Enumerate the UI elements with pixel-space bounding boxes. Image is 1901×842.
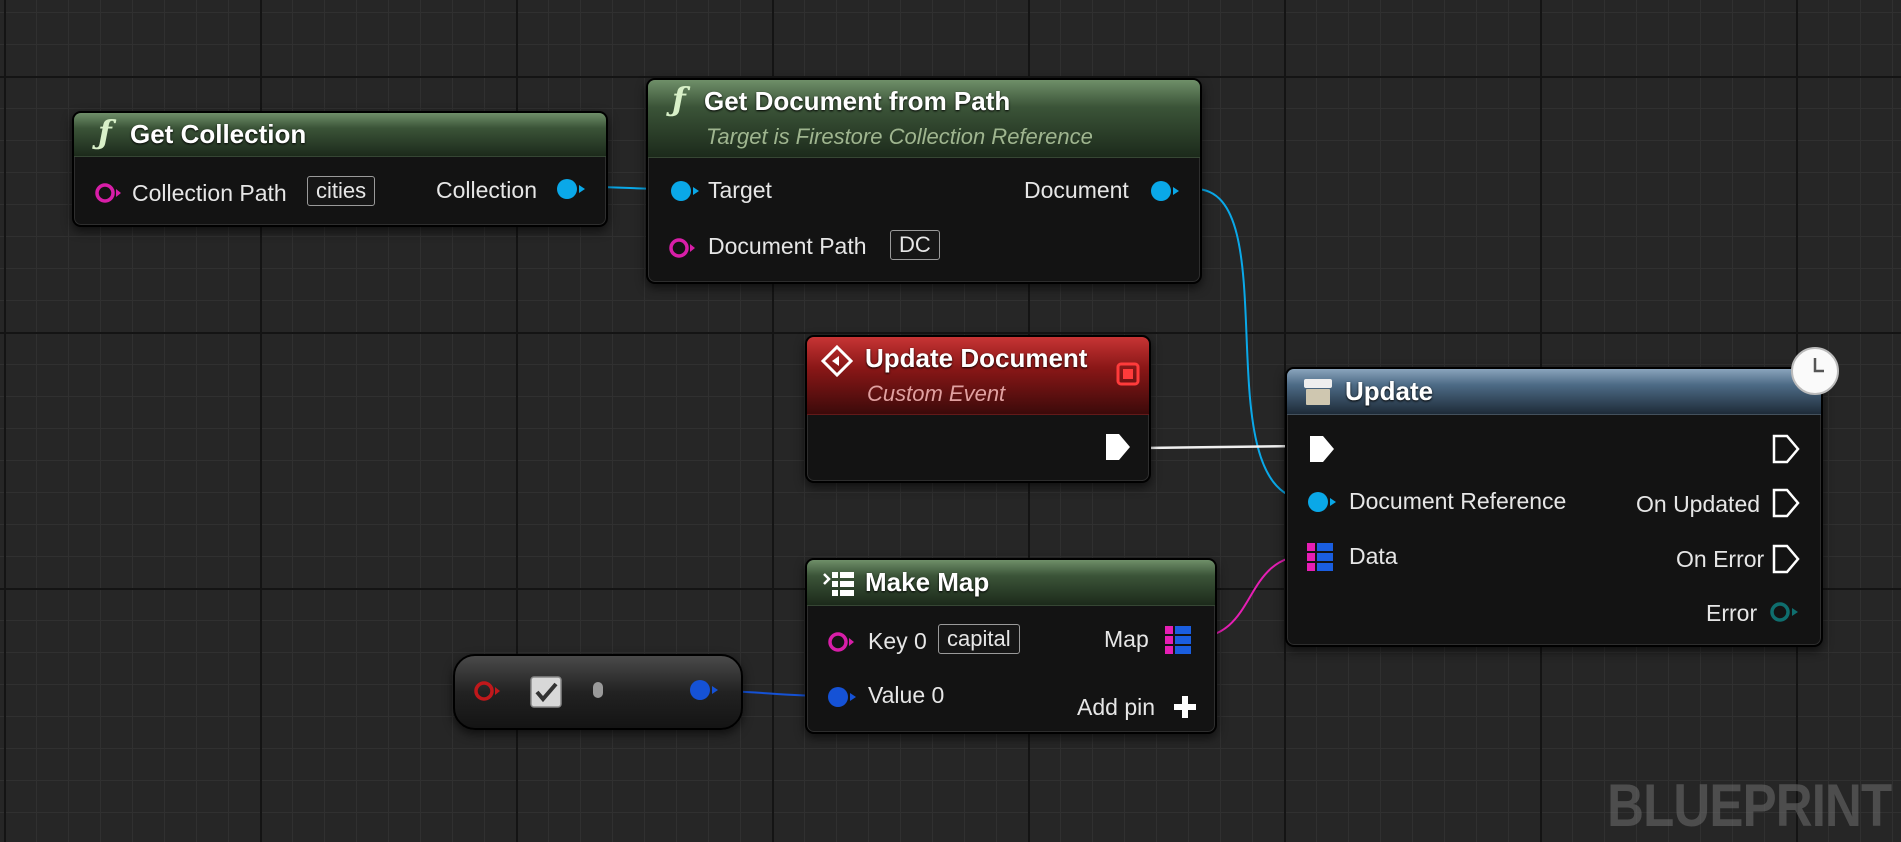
document-output-pin[interactable] <box>1148 178 1182 204</box>
event-diamond-icon <box>821 345 853 377</box>
function-icon: ƒ <box>672 80 686 118</box>
node-subtitle: Target is Firestore Collection Reference <box>706 124 1093 149</box>
collection-path-input[interactable]: cities <box>307 176 376 206</box>
document-path-input[interactable]: DC <box>890 230 940 260</box>
add-pin-label[interactable]: Add pin <box>1077 694 1155 721</box>
target-input-pin[interactable] <box>668 178 702 204</box>
update-document-event-node[interactable]: Update Document Custom Event <box>805 335 1151 483</box>
node-title: Update <box>1345 376 1434 406</box>
error-label: Error <box>1706 600 1758 626</box>
exec-input-pin[interactable] <box>1307 433 1337 465</box>
document-output-label: Document <box>1024 177 1129 203</box>
document-reference-pin[interactable] <box>1305 489 1339 515</box>
update-node[interactable]: Update Document Reference On Updated Dat… <box>1285 347 1839 647</box>
key0-pin[interactable] <box>827 630 857 654</box>
data-map-pin[interactable] <box>1305 541 1337 573</box>
bool-input-pin[interactable] <box>473 679 503 703</box>
exec-then-output-pin[interactable] <box>1771 433 1801 465</box>
node-subtitle: Custom Event <box>867 381 1006 406</box>
target-label: Target <box>708 177 772 203</box>
value0-pin[interactable] <box>825 684 859 710</box>
key0-input[interactable]: capital <box>938 624 1020 654</box>
node-title: Get Collection <box>130 119 307 149</box>
data-label: Data <box>1349 543 1398 569</box>
wire-exec-to-update <box>1139 444 1306 450</box>
delegate-output-pin[interactable] <box>1115 361 1141 387</box>
make-map-icon <box>823 572 854 596</box>
node-title: Make Map <box>865 567 990 597</box>
get-collection-node[interactable]: ƒ Get Collection Collection Path cities … <box>72 111 608 227</box>
document-reference-label: Document Reference <box>1349 488 1567 514</box>
add-pin-icon[interactable] <box>1172 694 1198 720</box>
update-document-header[interactable]: Update Document Custom Event <box>807 337 1149 415</box>
on-error-pin[interactable] <box>1771 543 1801 575</box>
float-output-pin[interactable] <box>687 677 721 703</box>
exec-output-pin[interactable] <box>1103 431 1133 463</box>
get-collection-header[interactable]: ƒ Get Collection <box>74 113 606 157</box>
blueprint-watermark: BLUEPRINT <box>1606 772 1892 839</box>
on-updated-label: On Updated <box>1636 491 1761 517</box>
get-document-header[interactable]: ƒ Get Document from Path Target is Fires… <box>648 80 1200 158</box>
map-output-label: Map <box>1104 626 1149 652</box>
function-icon: ƒ <box>98 113 112 151</box>
latent-function-icon <box>1304 379 1332 405</box>
make-map-node[interactable]: Make Map Key 0 capital Map Value 0 Add p… <box>805 558 1217 734</box>
value0-label: Value 0 <box>868 682 945 708</box>
collection-output-pin[interactable] <box>554 176 588 202</box>
float-dot-icon <box>593 682 603 698</box>
get-document-node[interactable]: ƒ Get Document from Path Target is Fires… <box>646 78 1202 284</box>
collection-path-label: Collection Path <box>132 180 287 206</box>
checkbox-icon <box>530 676 562 708</box>
key0-label: Key 0 <box>868 628 927 654</box>
document-path-label: Document Path <box>708 233 867 259</box>
latent-clock-icon <box>1791 347 1839 395</box>
bool-to-float-node[interactable] <box>453 654 743 730</box>
map-output-pin[interactable] <box>1163 624 1195 656</box>
node-title: Update Document <box>865 343 1088 373</box>
error-output-pin[interactable] <box>1767 599 1801 625</box>
collection-path-pin[interactable] <box>94 181 124 205</box>
on-updated-pin[interactable] <box>1771 487 1801 519</box>
collection-output-label: Collection <box>436 177 537 203</box>
node-title: Get Document from Path <box>704 86 1011 116</box>
update-header[interactable]: Update <box>1287 369 1821 415</box>
document-path-pin[interactable] <box>668 236 698 260</box>
make-map-header[interactable]: Make Map <box>807 560 1215 606</box>
on-error-label: On Error <box>1676 546 1765 572</box>
